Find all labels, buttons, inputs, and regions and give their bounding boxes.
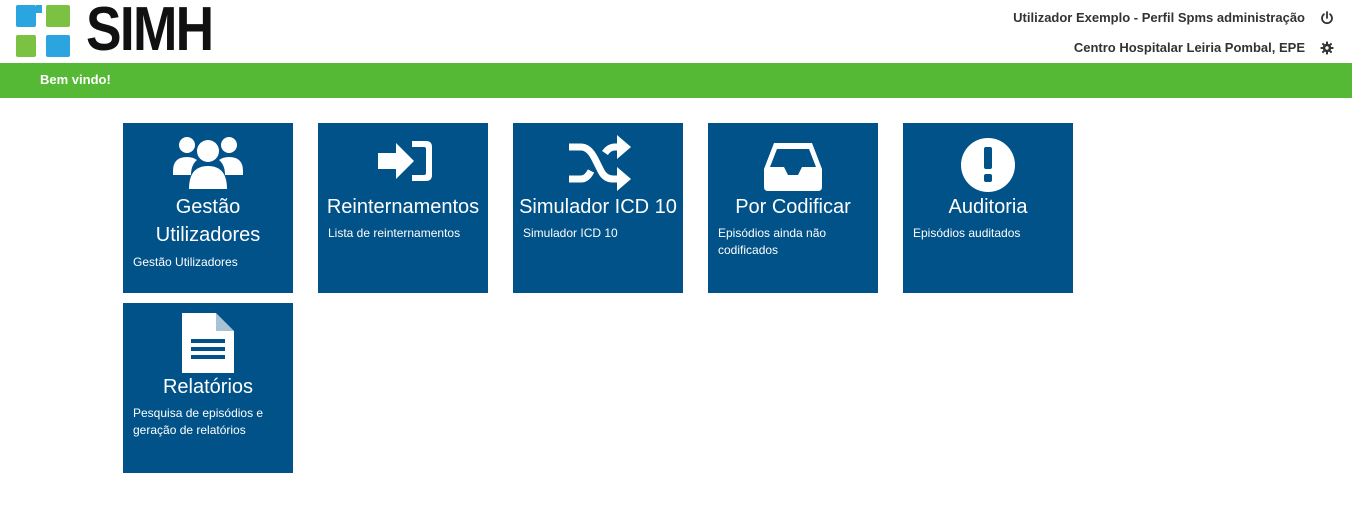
tile-description-line: geração de relatórios bbox=[133, 423, 246, 437]
tile-description: Pesquisa de episódios e geração de relat… bbox=[133, 405, 285, 439]
logo-cross-icon[interactable] bbox=[16, 5, 70, 57]
sign-in-icon bbox=[378, 141, 432, 181]
tile-description-line: Pesquisa de episódios e bbox=[133, 406, 264, 420]
shuffle-icon bbox=[569, 135, 631, 191]
organization-label: Centro Hospitalar Leiria Pombal, EPE bbox=[1073, 40, 1305, 55]
tile-relatorios[interactable]: Relatórios Pesquisa de episódios e geraç… bbox=[123, 303, 293, 473]
tile-title: Relatórios bbox=[162, 376, 254, 398]
tile-simulador-icd10[interactable]: Simulador ICD 10 Simulador ICD 10 bbox=[513, 123, 683, 293]
tile-description: Simulador ICD 10 bbox=[523, 226, 618, 240]
tile-title-line: Gestão bbox=[175, 196, 241, 218]
tile-description-line: codificados bbox=[718, 243, 779, 257]
tile-description: Episódios auditados bbox=[913, 226, 1021, 240]
header: SIMH Utilizador Exemplo - Perfil Spms ad… bbox=[0, 0, 1352, 63]
tile-title: Por Codificar bbox=[735, 196, 851, 218]
tile-title: Simulador ICD 10 bbox=[519, 196, 677, 218]
file-text-icon bbox=[182, 313, 234, 373]
tile-title: Auditoria bbox=[948, 196, 1028, 218]
welcome-text: Bem vindo! bbox=[40, 72, 111, 87]
tile-description: Episódios ainda não codificados bbox=[718, 225, 870, 259]
tile-title: Reinternamentos bbox=[326, 196, 480, 218]
users-icon bbox=[173, 137, 243, 189]
tile-description-line: Episódios ainda não bbox=[718, 226, 827, 240]
tile-reinternamentos[interactable]: Reinternamentos Lista de reinternamentos bbox=[318, 123, 488, 293]
tile-title: Gestão Utilizadores bbox=[123, 193, 293, 249]
tile-auditoria[interactable]: Auditoria Episódios auditados bbox=[903, 123, 1073, 293]
app-logo-text[interactable]: SIMH bbox=[86, 0, 214, 63]
exclamation-circle-icon bbox=[961, 138, 1015, 192]
tile-description: Gestão Utilizadores bbox=[133, 255, 238, 269]
welcome-bar: Bem vindo! bbox=[0, 63, 1352, 98]
power-icon[interactable] bbox=[1320, 11, 1334, 25]
tile-title-line: Utilizadores bbox=[155, 224, 261, 246]
tile-description: Lista de reinternamentos bbox=[328, 226, 461, 240]
inbox-icon bbox=[764, 143, 822, 191]
gear-icon[interactable] bbox=[1320, 41, 1334, 55]
user-profile-label: Utilizador Exemplo - Perfil Spms adminis… bbox=[1013, 10, 1305, 25]
tile-por-codificar[interactable]: Por Codificar Episódios ainda não codifi… bbox=[708, 123, 878, 293]
tile-gestao-utilizadores[interactable]: Gestão Utilizadores Gestão Utilizadores bbox=[123, 123, 293, 293]
